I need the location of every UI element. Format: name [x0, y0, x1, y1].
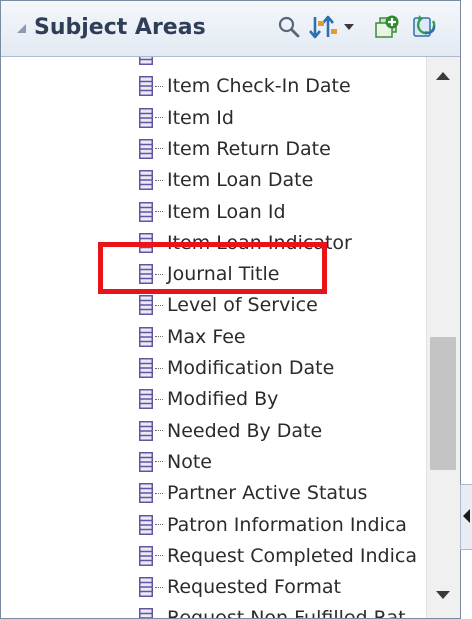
collapse-left-arrow-icon[interactable] — [463, 509, 470, 523]
tree-item-label: Modified By — [167, 388, 279, 411]
tree-item[interactable]: Item Id — [139, 103, 234, 133]
tree-item[interactable]: Journal Title — [139, 259, 279, 289]
tree-connector — [155, 85, 163, 87]
column-icon — [139, 138, 153, 159]
panel-splitter-handle[interactable] — [460, 484, 472, 550]
column-icon — [139, 76, 153, 97]
column-icon — [139, 264, 153, 285]
tree-connector — [155, 336, 163, 338]
tree-connector — [155, 242, 163, 244]
tree-item[interactable]: Max Fee — [139, 322, 246, 352]
tree-item[interactable]: Patron Information Indica — [139, 510, 407, 540]
tree-item-label: Needed By Date — [167, 419, 323, 442]
tree-item-label: Request Completed Indica — [167, 544, 417, 567]
tree-connector — [155, 148, 163, 150]
tree-item[interactable]: Item Loan Id — [139, 197, 286, 227]
column-icon — [139, 57, 153, 65]
tree-item[interactable]: Item Loan Indicator — [139, 228, 352, 258]
tree-item-label: Item Id — [167, 106, 234, 129]
column-icon — [139, 170, 153, 191]
tree-item-label: Item Loan Indicator — [167, 231, 352, 254]
tree-item[interactable]: Needed By Date — [139, 416, 322, 446]
tree-item[interactable]: Item Return Date — [139, 134, 331, 164]
tree-connector — [155, 461, 163, 463]
tree-item[interactable]: Request Non Fulfilled Rat — [139, 603, 406, 618]
column-icon — [139, 420, 153, 441]
tree-item[interactable]: Level of Service — [139, 290, 318, 320]
column-icon — [139, 608, 153, 618]
tree-item[interactable]: Note — [139, 447, 212, 477]
tree-item-label: Partner Active Status — [167, 482, 368, 505]
tree-item-label: Item Loan Date — [167, 169, 314, 192]
column-icon — [139, 295, 153, 316]
column-icon — [139, 451, 153, 472]
column-icon — [139, 483, 153, 504]
tree-item-label: Note — [167, 450, 212, 473]
tree-connector — [155, 179, 163, 181]
scrollbar-thumb[interactable] — [430, 337, 456, 470]
scroll-up-arrow-icon[interactable] — [436, 72, 450, 80]
column-icon — [139, 326, 153, 347]
tree-connector — [155, 304, 163, 306]
sort-icon[interactable] — [308, 11, 342, 43]
tree-connector — [155, 211, 163, 212]
tree-connector — [155, 117, 163, 119]
tree-item-label: Journal Title — [167, 263, 280, 286]
tree-item-label: Max Fee — [167, 325, 246, 348]
tree-item[interactable]: Partner Active Status — [139, 478, 367, 508]
column-icon — [139, 201, 153, 222]
panel-title: Subject Areas — [34, 15, 206, 40]
tree-item-label: Requested Format — [167, 576, 341, 599]
column-icon — [139, 107, 153, 128]
tree-item[interactable]: Modified By — [139, 384, 278, 414]
tree-connector — [155, 524, 163, 525]
tree-item-label: Level of Service — [167, 294, 318, 317]
tree-item-label: Modification Date — [167, 357, 335, 379]
tree-item-label: Item Check-In Date — [167, 75, 351, 98]
tree-item[interactable]: Requested Format — [139, 572, 341, 602]
column-icon — [139, 232, 153, 253]
refresh-icon[interactable] — [411, 11, 439, 43]
vertical-scrollbar[interactable] — [426, 57, 460, 618]
tree-connector — [155, 586, 163, 588]
tree-connector — [155, 492, 163, 494]
tree-item[interactable]: Item Check-In Date — [139, 71, 351, 101]
column-icon — [139, 577, 153, 598]
tree-item-label: Patron Information Indica — [167, 513, 407, 536]
collapse-triangle-icon[interactable] — [17, 24, 26, 33]
tree-connector — [155, 555, 163, 557]
tree-item[interactable] — [139, 57, 167, 70]
subject-areas-panel: Subject Areas Item Check-In Date Item Id… — [0, 0, 461, 619]
tree-connector — [155, 273, 163, 275]
panel-header: Subject Areas — [1, 1, 460, 57]
column-icon — [139, 514, 153, 535]
tree-item-label: Item Return Date — [167, 137, 331, 160]
tree-item[interactable]: Item Loan Date — [139, 165, 313, 195]
scroll-down-arrow-icon[interactable] — [436, 591, 450, 599]
tree-connector — [155, 398, 163, 400]
tree-item-label: Item Loan Id — [167, 200, 286, 223]
add-subject-area-icon[interactable] — [374, 11, 402, 43]
sort-dropdown-icon[interactable] — [342, 11, 356, 43]
tree-item[interactable]: Request Completed Indica — [139, 541, 417, 571]
tree-connector — [155, 430, 163, 432]
column-icon — [139, 545, 153, 566]
column-icon — [139, 358, 153, 378]
search-icon[interactable] — [276, 11, 302, 43]
subject-area-tree: Item Check-In Date Item Id Item Return Dat… — [1, 57, 426, 618]
tree-item[interactable]: Modification Date — [139, 353, 334, 383]
column-icon — [139, 389, 153, 410]
tree-connector — [155, 367, 163, 369]
tree-item-label: Request Non Fulfilled Rat — [167, 607, 406, 618]
